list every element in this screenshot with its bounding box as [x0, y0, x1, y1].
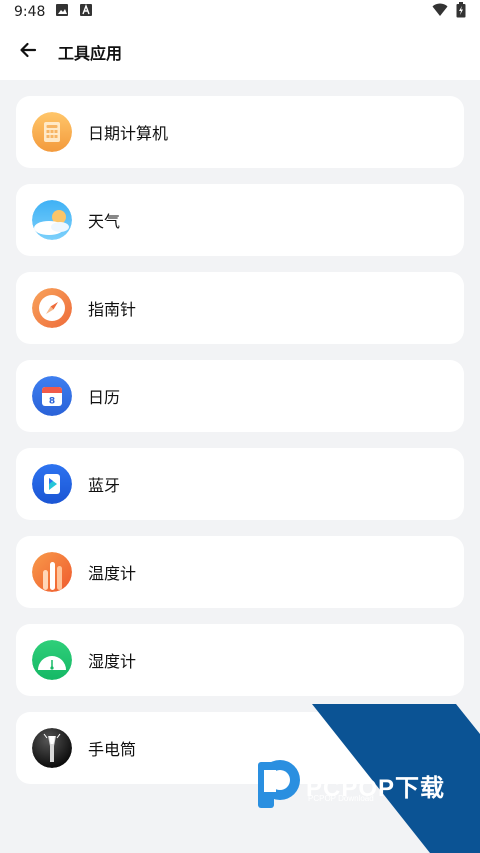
tool-label: 日历	[88, 388, 121, 407]
calendar-icon: 8	[32, 376, 72, 416]
tool-label: 手电筒	[88, 740, 137, 759]
hygrometer-icon	[32, 640, 72, 680]
battery-icon	[456, 2, 466, 22]
tool-label: 温度计	[88, 564, 137, 583]
status-left: 9:48	[14, 3, 93, 21]
tool-label: 湿度计	[88, 652, 137, 671]
tool-list: 日期计算机 天气 指南针 8 日历 蓝牙 温度计 湿度计 手电筒	[16, 96, 464, 800]
tool-label: 天气	[88, 212, 121, 231]
bluetooth-icon	[32, 464, 72, 504]
tool-label: 日期计算机	[88, 124, 169, 143]
a-icon	[79, 3, 93, 21]
thermometer-icon	[32, 552, 72, 592]
image-icon	[55, 3, 69, 21]
tool-item-weather[interactable]: 天气	[16, 184, 464, 256]
status-right	[432, 2, 466, 22]
tool-item-flashlight[interactable]: 手电筒	[16, 712, 464, 784]
status-time: 9:48	[14, 4, 46, 20]
compass-icon	[32, 288, 72, 328]
flashlight-icon	[32, 728, 72, 768]
tool-item-thermometer[interactable]: 温度计	[16, 536, 464, 608]
tool-item-bluetooth[interactable]: 蓝牙	[16, 448, 464, 520]
tool-item-hygrometer[interactable]: 湿度计	[16, 624, 464, 696]
tool-item-date-calculator[interactable]: 日期计算机	[16, 96, 464, 168]
tool-label: 指南针	[88, 300, 137, 319]
wifi-icon	[432, 3, 448, 21]
tool-item-compass[interactable]: 指南针	[16, 272, 464, 344]
arrow-left-icon	[18, 40, 38, 64]
status-bar: 9:48	[0, 0, 480, 24]
calendar-day-number: 8	[49, 397, 55, 407]
tool-item-calendar[interactable]: 8 日历	[16, 360, 464, 432]
date-calculator-icon	[32, 112, 72, 152]
app-bar: 工具应用	[0, 24, 480, 80]
tool-label: 蓝牙	[88, 476, 121, 495]
weather-icon	[32, 200, 72, 240]
back-button[interactable]	[0, 24, 56, 80]
page-title: 工具应用	[58, 44, 123, 63]
